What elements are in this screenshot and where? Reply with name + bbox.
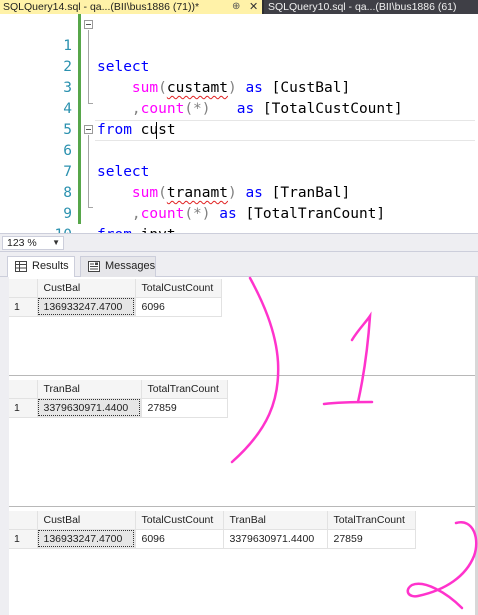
code-line: 9 from invt: [0, 183, 478, 233]
table-row[interactable]: 1 136933247.4700 6096: [9, 297, 222, 317]
code-line: 11: [0, 225, 478, 233]
column-header[interactable]: TranBal: [223, 511, 328, 530]
result-grid-2[interactable]: TranBal TotalTranCount 1 3379630971.4400…: [9, 380, 228, 418]
pane-splitter[interactable]: [9, 506, 478, 507]
tab-results[interactable]: Results: [7, 256, 75, 277]
results-tab-strip: Results Messages: [0, 252, 478, 277]
row-number-header: [9, 380, 38, 399]
code-line: 3 ,count(*) as [TotalCustCount]: [0, 57, 478, 117]
grid-cell[interactable]: 136933247.4700: [37, 297, 136, 317]
grid-cell[interactable]: 6096: [135, 297, 222, 317]
query-editor[interactable]: 1 select 2 sum(custamt) as [CustBal] 3 ,…: [0, 14, 478, 233]
tab-sqlquery10-title: SQLQuery10.sql - qa...(BII\bus1886 (61): [268, 1, 457, 13]
result-pane-2: TranBal TotalTranCount 1 3379630971.4400…: [9, 380, 478, 505]
code-line: 5: [0, 99, 478, 138]
text-caret: [156, 122, 157, 139]
grid-header-row: CustBal TotalCustCount: [9, 279, 222, 298]
messages-icon: [88, 261, 100, 272]
code-line: 6 select: [0, 120, 478, 180]
result-grid-1[interactable]: CustBal TotalCustCount 1 136933247.4700 …: [9, 279, 222, 317]
tab-sqlquery14-title: SQLQuery14.sql - qa...(BII\bus1886 (71))…: [3, 1, 200, 13]
code-line: 8 ,count(*) as [TotalTranCount]: [0, 162, 478, 222]
code-line: 2 sum(custamt) as [CustBal]: [0, 36, 478, 96]
column-header[interactable]: CustBal: [37, 511, 136, 530]
grid-cell[interactable]: 27859: [327, 529, 416, 549]
column-header[interactable]: TotalTranCount: [141, 380, 228, 399]
close-icon[interactable]: ✕: [249, 0, 258, 14]
tab-sqlquery14[interactable]: SQLQuery14.sql - qa...(BII\bus1886 (71))…: [0, 0, 262, 14]
grid-cell[interactable]: 3379630971.4400: [37, 398, 142, 418]
pane-splitter[interactable]: [9, 375, 478, 376]
tab-results-label: Results: [32, 260, 69, 272]
zoom-dropdown[interactable]: 123 % ▼: [2, 236, 64, 250]
grid-cell[interactable]: 6096: [135, 529, 224, 549]
editor-status-strip: 123 % ▼: [0, 233, 478, 252]
result-pane-1: CustBal TotalCustCount 1 136933247.4700 …: [9, 279, 478, 374]
result-pane-3: CustBal TotalCustCount TranBal TotalTran…: [9, 511, 478, 615]
grid-cell[interactable]: 136933247.4700: [37, 529, 136, 549]
grid-cell[interactable]: 27859: [141, 398, 228, 418]
row-number[interactable]: 1: [9, 297, 38, 317]
tab-sqlquery10[interactable]: SQLQuery10.sql - qa...(BII\bus1886 (61): [264, 0, 478, 14]
column-header[interactable]: TranBal: [37, 380, 142, 399]
table-row[interactable]: 1 136933247.4700 6096 3379630971.4400 27…: [9, 529, 416, 549]
code-line: 4 from cust: [0, 78, 478, 138]
column-header[interactable]: TotalCustCount: [135, 279, 222, 298]
row-number-header: [9, 279, 38, 298]
code-line: 7 sum(tranamt) as [TranBal]: [0, 141, 478, 201]
zoom-value: 123 %: [7, 237, 37, 249]
grid-cell[interactable]: 3379630971.4400: [223, 529, 328, 549]
grid-header-row: TranBal TotalTranCount: [9, 380, 228, 399]
pin-icon[interactable]: ⊕: [232, 0, 240, 14]
grid-header-row: CustBal TotalCustCount TranBal TotalTran…: [9, 511, 416, 530]
chevron-down-icon: ▼: [52, 238, 60, 247]
code-line: 10: [0, 204, 478, 233]
document-tab-strip: SQLQuery14.sql - qa...(BII\bus1886 (71))…: [0, 0, 478, 14]
column-header[interactable]: TotalTranCount: [327, 511, 416, 530]
tab-messages-label: Messages: [105, 260, 156, 272]
tab-messages[interactable]: Messages: [80, 256, 156, 277]
row-number[interactable]: 1: [9, 529, 38, 549]
row-number-header: [9, 511, 38, 530]
result-grid-3[interactable]: CustBal TotalCustCount TranBal TotalTran…: [9, 511, 416, 549]
column-header[interactable]: CustBal: [37, 279, 136, 298]
code-line: 1 select: [0, 15, 478, 75]
column-header[interactable]: TotalCustCount: [135, 511, 224, 530]
row-number[interactable]: 1: [9, 398, 38, 418]
grid-icon: [15, 261, 27, 272]
table-row[interactable]: 1 3379630971.4400 27859: [9, 398, 228, 418]
results-left-margin: [0, 277, 9, 615]
